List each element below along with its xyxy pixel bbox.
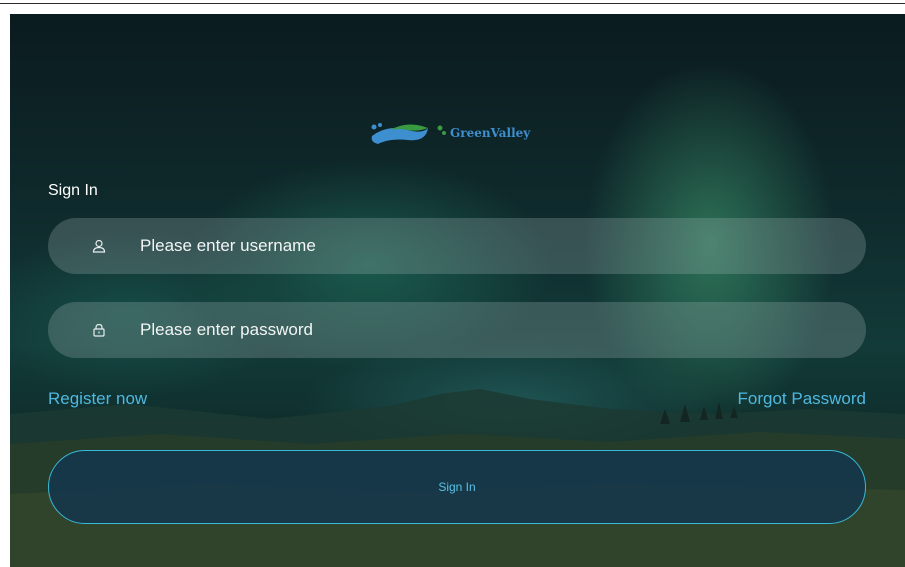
username-field[interactable]: [48, 218, 866, 274]
page-title: Sign In: [48, 182, 98, 199]
register-link[interactable]: Register now: [48, 389, 147, 409]
password-field[interactable]: [48, 302, 866, 358]
password-input[interactable]: [138, 319, 782, 341]
login-screen: GreenValley Sign In Register now Forgot …: [10, 14, 905, 567]
sign-in-button[interactable]: Sign In: [48, 450, 866, 524]
brand-name: GreenValley: [450, 126, 531, 140]
top-divider: [0, 3, 905, 4]
user-icon: [90, 237, 108, 255]
greenvalley-logo-icon: [371, 123, 446, 144]
forgot-password-link[interactable]: Forgot Password: [738, 389, 867, 409]
username-input[interactable]: [138, 235, 782, 257]
brand-logo: GreenValley: [368, 118, 530, 148]
lock-icon: [90, 321, 108, 339]
